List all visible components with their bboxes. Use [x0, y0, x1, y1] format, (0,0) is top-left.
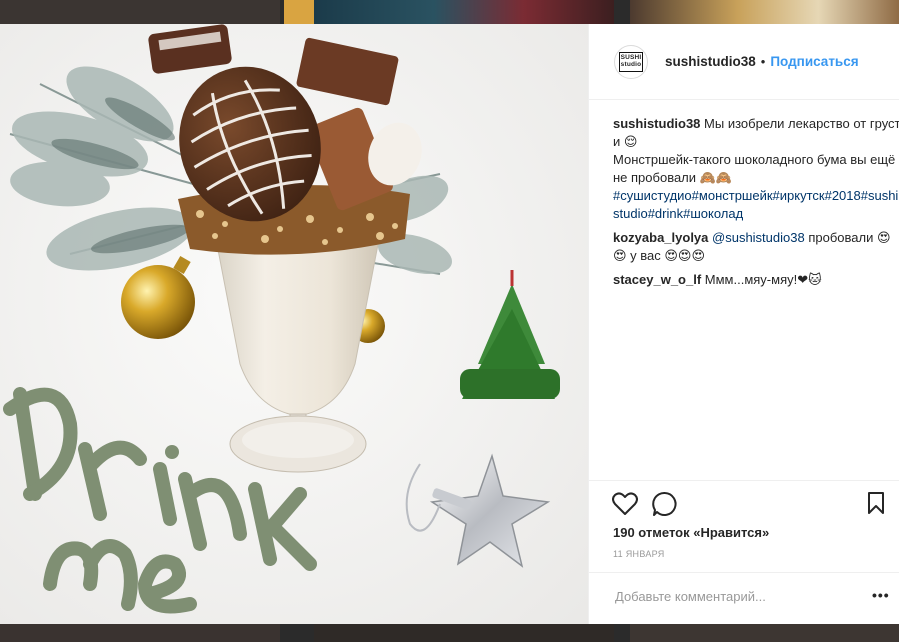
backdrop-feed-bottom	[0, 624, 899, 642]
milkshake-photo-image	[0, 24, 588, 624]
avatar[interactable]: SUSHI studio	[614, 44, 648, 79]
backdrop-feed-top	[0, 0, 899, 24]
comments-list: sushistudio38 Мы изобрели лекарство от г…	[613, 115, 899, 295]
comment-text: Ммм...мяу-мяу!❤🐱	[701, 272, 822, 287]
avatar-logo: SUSHI studio	[619, 51, 643, 72]
follow-button[interactable]: Подписаться	[770, 54, 858, 69]
heart-icon[interactable]	[612, 492, 638, 521]
comment-item: kozyaba_lyolya @sushistudio38 пробовали …	[613, 229, 899, 265]
likes-count[interactable]: 190 отметок «Нравится»	[613, 525, 769, 540]
comment-item: stacey_w_o_lf Ммм...мяу-мяу!❤🐱	[613, 271, 899, 289]
header-separator: •	[760, 54, 766, 69]
post-side-panel: SUSHI studio sushistudio38 • Подписаться…	[588, 24, 899, 624]
more-options-icon[interactable]: •••	[872, 587, 890, 603]
bookmark-icon[interactable]	[867, 491, 885, 520]
comment-input[interactable]	[613, 588, 857, 605]
thumbnail[interactable]	[314, 0, 614, 24]
post-photo	[0, 24, 588, 624]
thumbnail[interactable]	[630, 0, 899, 24]
comment-username[interactable]: kozyaba_lyolya	[613, 230, 708, 245]
thumbnail[interactable]	[314, 624, 614, 642]
thumbnail[interactable]	[284, 0, 314, 24]
post-date[interactable]: 11 ЯНВАРЯ	[613, 549, 665, 559]
caption-text-2: Монстршейк-такого шоколадного бума вы ещ…	[613, 152, 896, 185]
thumbnail[interactable]	[630, 624, 899, 642]
post-header: SUSHI studio sushistudio38 • Подписаться	[589, 24, 899, 100]
comment-bubble-icon[interactable]	[652, 491, 678, 522]
avatar-logo-line1: SUSHI	[620, 53, 642, 61]
caption-username[interactable]: sushistudio38	[613, 116, 700, 131]
post-modal: SUSHI studio sushistudio38 • Подписаться…	[0, 24, 899, 624]
thumbnail[interactable]	[0, 0, 280, 24]
avatar-logo-line2: studio	[620, 61, 642, 68]
comment-username[interactable]: stacey_w_o_lf	[613, 272, 701, 287]
add-comment-bar: •••	[589, 572, 899, 624]
caption: sushistudio38 Мы изобрели лекарство от г…	[613, 115, 899, 223]
header-username[interactable]: sushistudio38	[665, 54, 756, 69]
post-actions: 190 отметок «Нравится» 11 ЯНВАРЯ	[589, 480, 899, 570]
caption-hashtags[interactable]: #сушистудио#монстршейк#иркутск#2018#sush…	[613, 188, 898, 221]
thumbnail[interactable]	[0, 624, 280, 642]
comment-mention[interactable]: @sushistudio38	[712, 230, 805, 245]
